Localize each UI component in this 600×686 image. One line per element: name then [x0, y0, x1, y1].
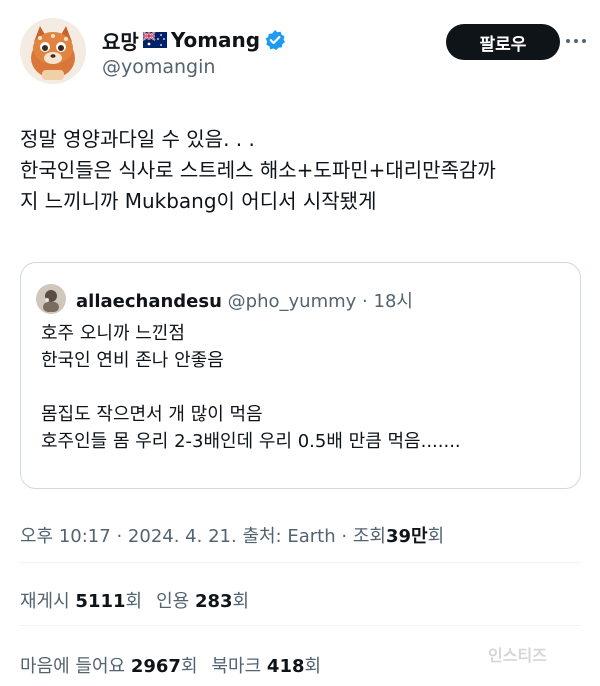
bookmarks-suffix: 회 — [304, 656, 322, 677]
likes-label: 마음에 들어요 — [20, 656, 126, 677]
engagement-row-2: 마음에 들어요 2967회 북마크 418회 — [20, 652, 321, 678]
quoted-text-line — [41, 374, 571, 401]
tweet-text: 정말 영양과다일 수 있음. . . 한국인들은 식사로 스트레스 해소+도파민… — [20, 124, 588, 217]
views-suffix: 회 — [427, 526, 445, 547]
tweet-source: 출처: Earth — [242, 526, 336, 547]
tweet-time[interactable]: 오후 10:17 — [20, 526, 111, 547]
quoted-tweet[interactable]: allaechandesu @pho_yummy · 18시 호주 오니까 느낀… — [20, 262, 581, 489]
retweets-stat[interactable]: 재게시 5111회 — [20, 591, 142, 612]
tweet-text-line: 지 느끼니까 Mukbang이 어디서 시작됐게 — [20, 189, 377, 213]
follow-button[interactable]: 팔로우 — [446, 24, 560, 60]
verified-badge-icon — [264, 29, 286, 51]
quotes-count: 283 — [194, 591, 233, 612]
australia-flag-icon — [142, 31, 167, 48]
quoted-time[interactable]: 18시 — [374, 291, 413, 312]
meta-separator: · — [116, 526, 123, 547]
quoted-author-name[interactable]: allaechandesu — [76, 291, 222, 312]
author-display-name-en[interactable]: Yomang — [171, 28, 260, 52]
tweet-text-line: 한국인들은 식사로 스트레스 해소+도파민+대리만족감까 — [20, 158, 496, 182]
tweet-date[interactable]: 2024. 4. 21. — [128, 526, 237, 547]
quoted-text: 호주 오니까 느낀점 한국인 연비 존나 안좋음 몸집도 작으면서 개 많이 먹… — [41, 320, 571, 455]
author-handle[interactable]: @yomangin — [102, 56, 215, 78]
author-display-name[interactable]: 요망 — [102, 26, 139, 55]
quoted-text-line: 한국인 연비 존나 안좋음 — [41, 350, 224, 371]
retweets-count: 5111 — [75, 591, 126, 612]
likes-stat[interactable]: 마음에 들어요 2967회 — [20, 656, 198, 677]
quoted-author-avatar[interactable] — [36, 284, 66, 314]
tweet-text-line: 정말 영양과다일 수 있음. . . — [20, 127, 255, 151]
tweet-meta: 오후 10:17 · 2024. 4. 21. 출처: Earth · 조회39… — [20, 522, 444, 548]
likes-count: 2967 — [130, 656, 181, 677]
quotes-label: 인용 — [156, 591, 190, 612]
divider — [20, 625, 580, 626]
watermark: 인스티즈 — [488, 646, 547, 665]
tweet-header: 요망 Yomang @yomangin 팔로우 — [20, 18, 586, 88]
quotes-suffix: 회 — [232, 591, 250, 612]
quoted-separator: · — [362, 291, 368, 312]
retweets-label: 재게시 — [20, 591, 70, 612]
quotes-stat[interactable]: 인용 283회 — [156, 591, 249, 612]
quoted-meta: allaechandesu @pho_yummy · 18시 — [76, 287, 413, 313]
quoted-text-line: 몸집도 작으면서 개 많이 먹음 — [41, 404, 263, 425]
author-name-row[interactable]: 요망 Yomang — [102, 26, 286, 54]
more-options-icon[interactable] — [563, 28, 589, 54]
author-avatar[interactable] — [20, 18, 86, 84]
retweets-suffix: 회 — [125, 591, 143, 612]
bookmarks-label: 북마크 — [211, 656, 262, 677]
views-count: 39만 — [385, 526, 428, 547]
views-label: 조회 — [352, 526, 386, 547]
engagement-row-1: 재게시 5111회 인용 283회 — [20, 587, 249, 613]
divider — [20, 562, 580, 563]
quoted-text-line: 호주인들 몸 우리 2-3배인데 우리 0.5배 만큼 먹음....... — [41, 431, 461, 452]
likes-suffix: 회 — [180, 656, 198, 677]
bookmarks-count: 418 — [266, 656, 305, 677]
bookmarks-stat[interactable]: 북마크 418회 — [212, 656, 322, 677]
quoted-text-line: 호주 오니까 느낀점 — [41, 323, 185, 344]
quoted-author-handle[interactable]: @pho_yummy — [228, 291, 357, 312]
meta-separator: · — [341, 526, 348, 547]
